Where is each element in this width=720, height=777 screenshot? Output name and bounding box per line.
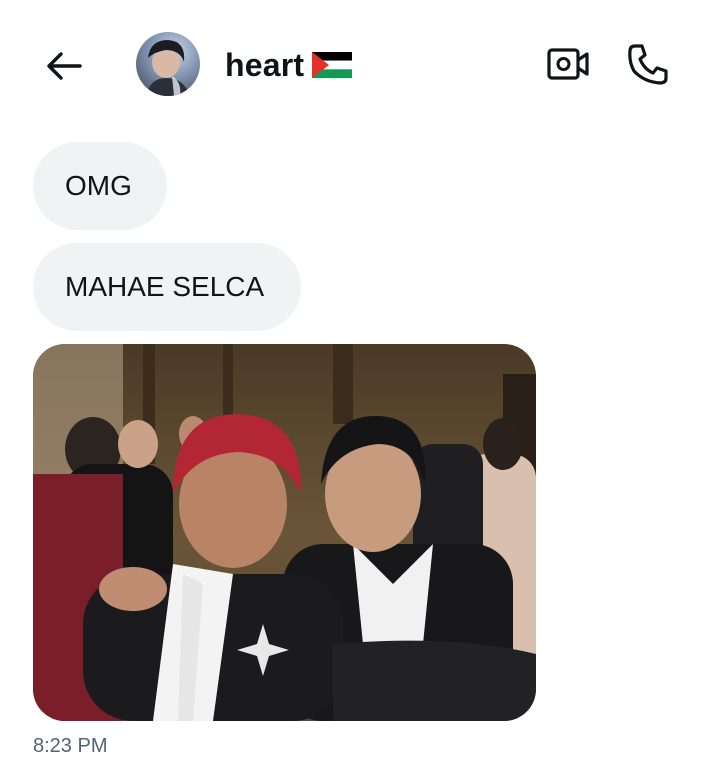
palestine-flag-icon xyxy=(312,52,353,79)
video-camera-icon xyxy=(547,48,589,80)
message-text: OMG xyxy=(65,170,132,201)
avatar-image xyxy=(146,40,190,96)
message-timestamp: 8:23 PM xyxy=(33,735,108,757)
contact-name: heart xyxy=(225,46,305,83)
voice-call-button[interactable] xyxy=(626,42,670,86)
photo-image xyxy=(33,344,536,721)
message-photo[interactable] xyxy=(33,344,536,721)
message-text: MAHAE SELCA xyxy=(65,271,265,302)
message-bubble[interactable]: OMG xyxy=(33,142,167,230)
conversation-header: heart xyxy=(0,0,720,130)
video-call-button[interactable] xyxy=(546,44,590,84)
message-bubble[interactable]: MAHAE SELCA xyxy=(33,243,301,331)
phone-icon xyxy=(628,44,668,85)
back-button[interactable] xyxy=(44,46,84,86)
contact-avatar[interactable] xyxy=(136,32,200,96)
arrow-left-icon xyxy=(47,52,82,80)
conversation-title[interactable]: heart xyxy=(225,44,353,86)
